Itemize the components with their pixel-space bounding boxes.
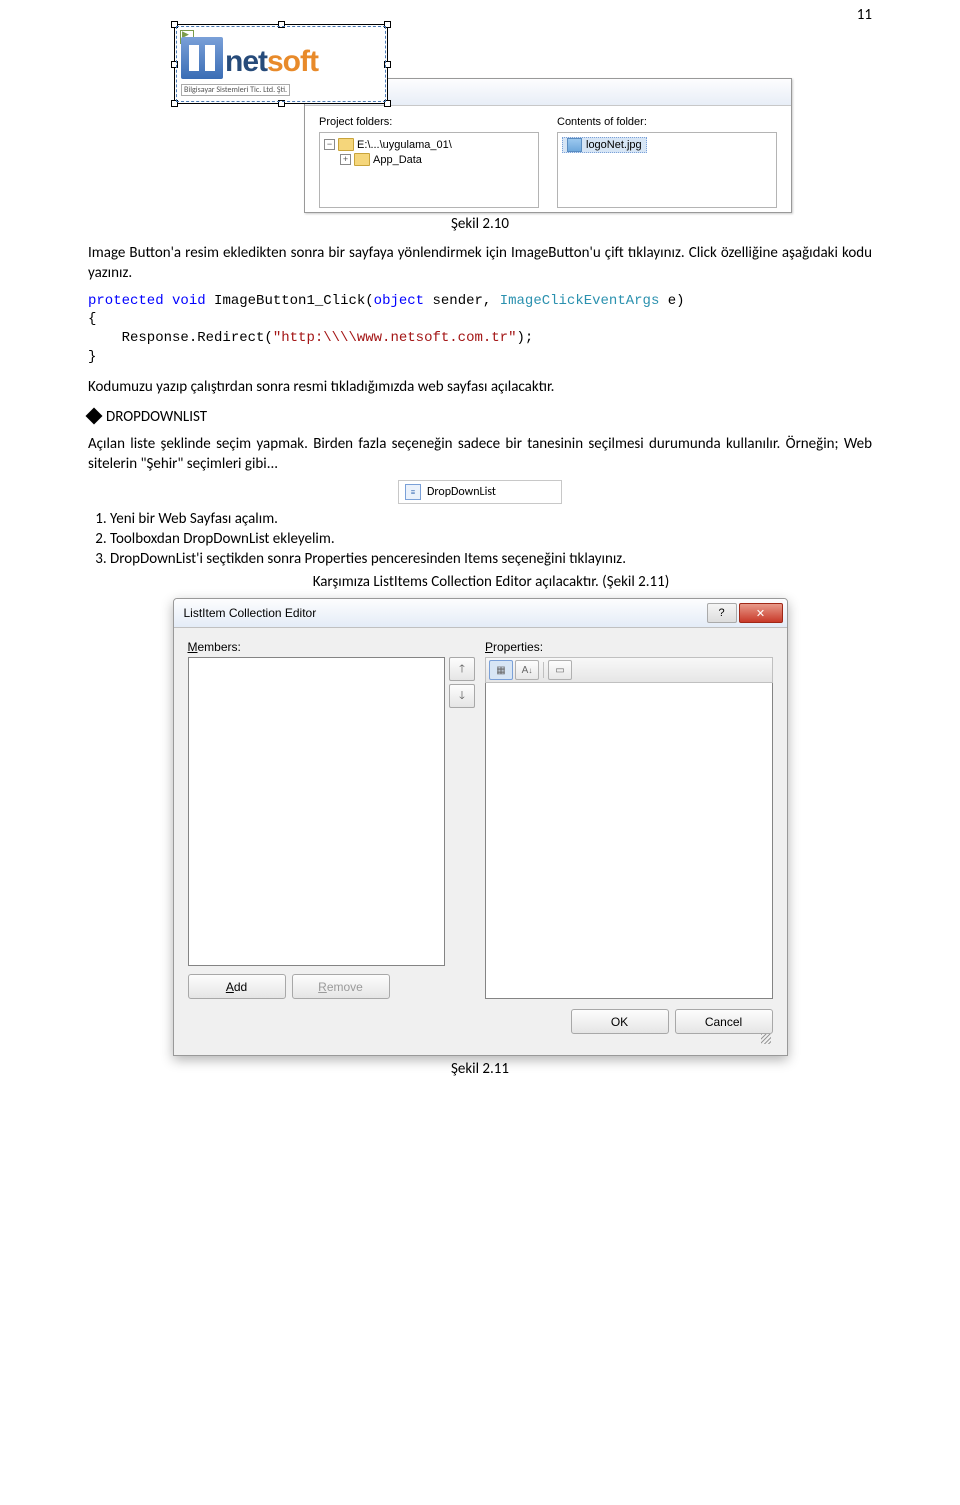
move-down-button[interactable]: 🡓 bbox=[449, 684, 475, 708]
members-listbox[interactable] bbox=[188, 657, 446, 966]
image-file-icon bbox=[567, 138, 582, 152]
section-dropdownlist: DROPDOWNLIST bbox=[88, 407, 872, 427]
step-3: DropDownList'i seçtikden sonra Propertie… bbox=[110, 550, 872, 568]
logo-mark-icon bbox=[181, 37, 223, 79]
resize-grip-icon[interactable] bbox=[188, 1034, 773, 1046]
tree-child-label[interactable]: App_Data bbox=[373, 154, 422, 166]
logo-tagline: Bilgisayar Sistemleri Tic. Ltd. Şti. bbox=[181, 84, 290, 96]
file-name: logoNet.jpg bbox=[586, 139, 642, 151]
cancel-button[interactable]: Cancel bbox=[675, 1009, 773, 1034]
file-item-selected[interactable]: logoNet.jpg bbox=[562, 137, 647, 153]
code-block: protected void ImageButton1_Click(object… bbox=[88, 292, 872, 368]
dropdownlist-label: DropDownList bbox=[427, 485, 496, 499]
ok-button[interactable]: OK bbox=[571, 1009, 669, 1034]
image-button-preview: netsoft Bilgisayar Sistemleri Tic. Ltd. … bbox=[174, 24, 388, 104]
property-pages-button[interactable]: ▭ bbox=[548, 660, 572, 680]
expand-minus-icon[interactable]: − bbox=[324, 139, 335, 150]
project-folders-tree[interactable]: − E:\...\uygulama_01\ + App_Data bbox=[319, 132, 539, 208]
logo-text-net: net bbox=[225, 45, 267, 78]
folder-contents-list[interactable]: logoNet.jpg bbox=[557, 132, 777, 208]
categorized-button[interactable]: ▦ bbox=[489, 660, 513, 680]
move-up-button[interactable]: 🡑 bbox=[449, 657, 475, 681]
logo-text-soft: soft bbox=[267, 45, 318, 78]
contents-label: Contents of folder: bbox=[557, 116, 777, 128]
project-folders-label: Project folders: bbox=[319, 116, 539, 128]
step-1: Yeni bir Web Sayfası açalım. bbox=[110, 510, 872, 528]
netsoft-logo: netsoft bbox=[181, 37, 381, 79]
help-button[interactable]: ? bbox=[707, 603, 737, 623]
tree-root-label[interactable]: E:\...\uygulama_01\ bbox=[357, 139, 452, 151]
paragraph-3: Açılan liste şeklinde seçim yapmak. Bird… bbox=[88, 434, 872, 475]
page-number: 11 bbox=[857, 6, 872, 24]
dropdownlist-icon: ≡ bbox=[405, 484, 421, 500]
alphabetical-button[interactable]: A↓ bbox=[515, 660, 539, 680]
properties-label: Properties: bbox=[485, 640, 773, 654]
folder-icon bbox=[338, 138, 354, 151]
folder-icon bbox=[354, 153, 370, 166]
step-2: Toolboxdan DropDownList ekleyelim. bbox=[110, 530, 872, 548]
bullet-diamond-icon bbox=[86, 408, 103, 425]
paragraph-2: Kodumuzu yazıp çalıştırdan sonra resmi t… bbox=[88, 377, 872, 397]
members-label: Members: bbox=[188, 640, 476, 654]
add-button[interactable]: Add bbox=[188, 974, 286, 999]
figure-caption-1: Şekil 2.10 bbox=[88, 215, 872, 233]
paragraph-1: Image Button'a resim ekledikten sonra bi… bbox=[88, 243, 872, 284]
dialog-title: ListItem Collection Editor bbox=[184, 606, 317, 620]
expand-plus-icon[interactable]: + bbox=[340, 154, 351, 165]
listitem-collection-editor-dialog: ListItem Collection Editor ? ✕ Members: … bbox=[173, 598, 788, 1056]
property-grid[interactable] bbox=[485, 683, 773, 999]
steps-list: Yeni bir Web Sayfası açalım. Toolboxdan … bbox=[88, 510, 872, 568]
property-toolbar: ▦ A↓ ▭ bbox=[485, 657, 773, 683]
figure-caption-2: Şekil 2.11 bbox=[88, 1060, 872, 1078]
section-title: DROPDOWNLIST bbox=[106, 408, 207, 426]
close-button[interactable]: ✕ bbox=[739, 603, 783, 623]
step-3-note: Karşımıza ListItems Collection Editor aç… bbox=[110, 572, 872, 592]
dropdownlist-toolbox-item: ≡ DropDownList bbox=[398, 480, 562, 504]
remove-button[interactable]: Remove bbox=[292, 974, 390, 999]
